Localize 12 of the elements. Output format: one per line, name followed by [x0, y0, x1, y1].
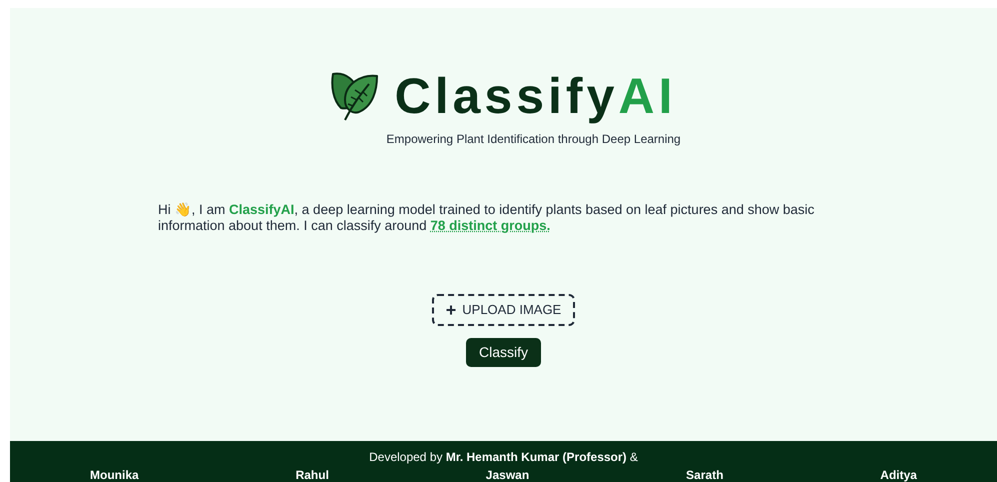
leaf-logo-icon	[330, 70, 379, 122]
member-name: Aditya	[880, 468, 917, 482]
upload-image-button[interactable]: + UPLOAD IMAGE	[432, 294, 576, 326]
credit-text: Developed by Mr. Hemanth Kumar (Professor) &	[369, 450, 638, 464]
member-name: Jaswan	[486, 468, 530, 482]
member-name: Rahul	[296, 468, 329, 482]
member-name: Sarath	[686, 468, 724, 482]
intro-paragraph: Hi 👋, I am ClassifyAI, a deep learning model trained to identify plants based on leaf pictures and show basic information about them. I can classify around 78 distinct groups.	[158, 202, 816, 234]
member-name: Mounika	[90, 468, 139, 482]
tagline: Empowering Plant Identification through Deep Learning	[386, 131, 681, 148]
app-title: ClassifyAI	[394, 71, 676, 121]
classify-button[interactable]: Classify	[466, 338, 541, 367]
